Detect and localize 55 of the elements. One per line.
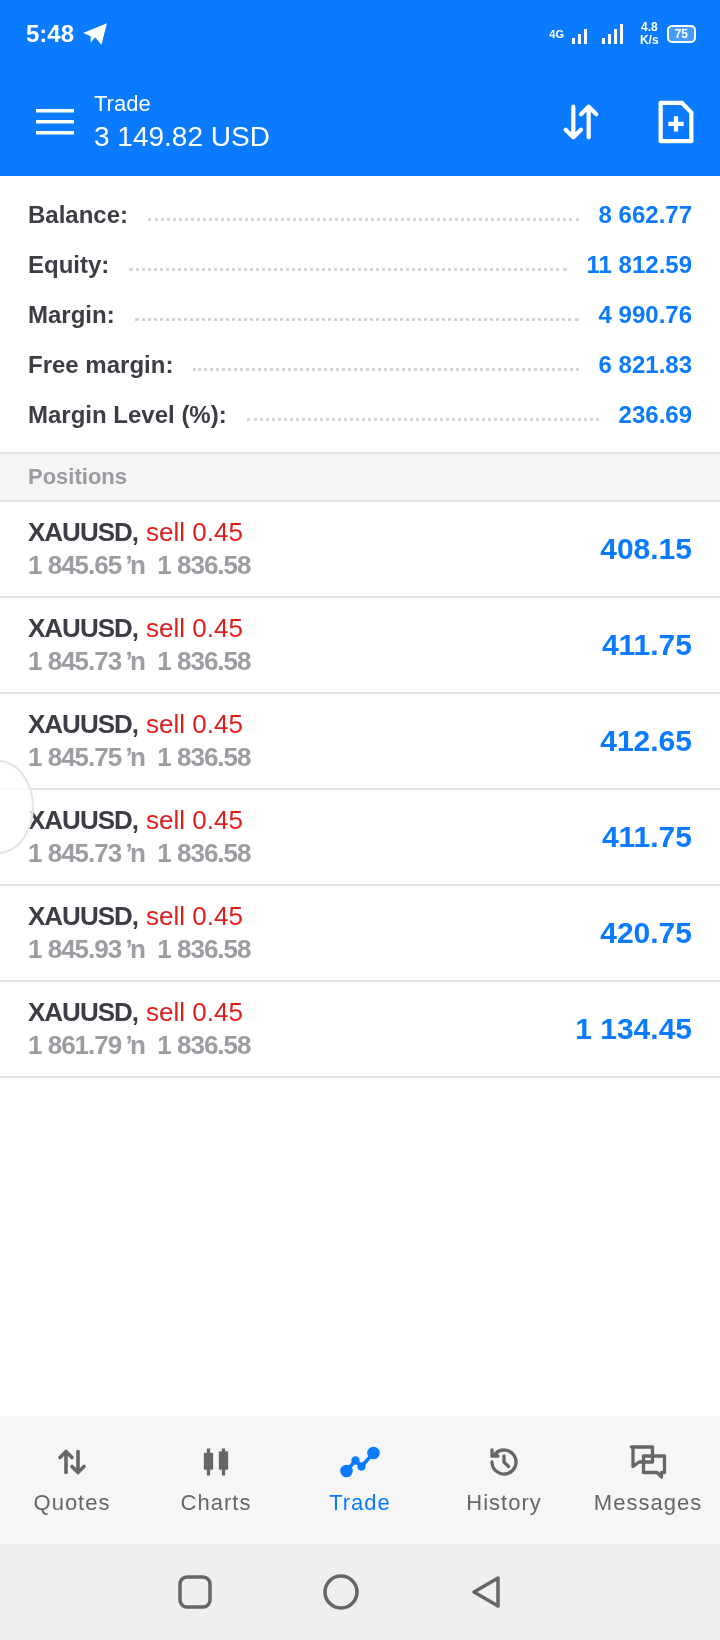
position-profit: 412.65 bbox=[600, 724, 692, 758]
home-icon[interactable] bbox=[322, 1573, 360, 1611]
recents-icon[interactable] bbox=[178, 1575, 212, 1609]
section-header: Positions bbox=[28, 464, 127, 490]
summary-value: 4 990.76 bbox=[598, 301, 692, 329]
screen-title: Trade bbox=[94, 91, 152, 117]
nav-tab[interactable]: Trade bbox=[288, 1444, 432, 1516]
chat-bubbles-icon bbox=[628, 1444, 668, 1480]
summary-value: 8 662.77 bbox=[598, 201, 692, 229]
summary-label: Free margin: bbox=[28, 351, 174, 379]
nav-tab[interactable]: Messages bbox=[576, 1444, 720, 1516]
order-type: sell 0.45 bbox=[146, 997, 243, 1028]
battery-level: 75 bbox=[666, 25, 696, 43]
nav-tab[interactable]: Charts bbox=[144, 1444, 288, 1516]
position-symbol: XAUUSD, bbox=[28, 805, 138, 836]
position-prices: 1 845.73 ŉ 1 836.58 bbox=[28, 838, 251, 869]
account-profit: 3 149.82 USD bbox=[94, 121, 271, 153]
position-profit: 420.75 bbox=[600, 916, 692, 950]
order-type: sell 0.45 bbox=[146, 613, 243, 644]
position-symbol: XAUUSD, bbox=[28, 517, 138, 548]
order-type: sell 0.45 bbox=[146, 901, 243, 932]
position-symbol: XAUUSD, bbox=[28, 709, 138, 740]
position-symbol: XAUUSD, bbox=[28, 613, 138, 644]
position-profit: 1 134.45 bbox=[575, 1012, 692, 1046]
summary-value: 236.69 bbox=[618, 401, 692, 429]
new-order-button[interactable] bbox=[656, 99, 696, 145]
summary-label: Margin: bbox=[28, 301, 115, 329]
status-time: 5:48 bbox=[26, 20, 75, 48]
speed-value: 4.8 bbox=[640, 21, 658, 34]
position-prices: 1 845.75 ŉ 1 836.58 bbox=[28, 742, 251, 773]
summary-label: Balance: bbox=[28, 201, 129, 229]
summary-value: 11 812.59 bbox=[586, 251, 692, 279]
summary-value: 6 821.83 bbox=[598, 351, 692, 379]
position-symbol: XAUUSD, bbox=[28, 997, 138, 1028]
position-symbol: XAUUSD, bbox=[28, 901, 138, 932]
order-type: sell 0.45 bbox=[146, 805, 243, 836]
position-prices: 1 845.93 ŉ 1 836.58 bbox=[28, 934, 251, 965]
position-prices: 1 861.79 ŉ 1 836.58 bbox=[28, 1030, 251, 1061]
position-profit: 411.75 bbox=[601, 820, 692, 854]
speed-unit: K/s bbox=[639, 34, 659, 47]
menu-button[interactable] bbox=[36, 109, 74, 135]
paper-plane-icon bbox=[82, 22, 109, 46]
position-prices: 1 845.65 ŉ 1 836.58 bbox=[28, 550, 251, 581]
nav-tab[interactable]: Quotes bbox=[0, 1444, 144, 1516]
summary-label: Equity: bbox=[28, 251, 110, 279]
summary-label: Margin Level (%): bbox=[28, 401, 227, 429]
order-type: sell 0.45 bbox=[146, 709, 243, 740]
back-icon[interactable] bbox=[470, 1574, 502, 1610]
position-prices: 1 845.73 ŉ 1 836.58 bbox=[28, 646, 251, 677]
network-type: 4G bbox=[549, 28, 564, 40]
nav-tab[interactable]: History bbox=[432, 1444, 576, 1516]
position-profit: 411.75 bbox=[601, 628, 692, 662]
position-profit: 408.15 bbox=[600, 532, 692, 566]
trend-line-icon bbox=[340, 1444, 380, 1480]
order-type: sell 0.45 bbox=[146, 517, 243, 548]
